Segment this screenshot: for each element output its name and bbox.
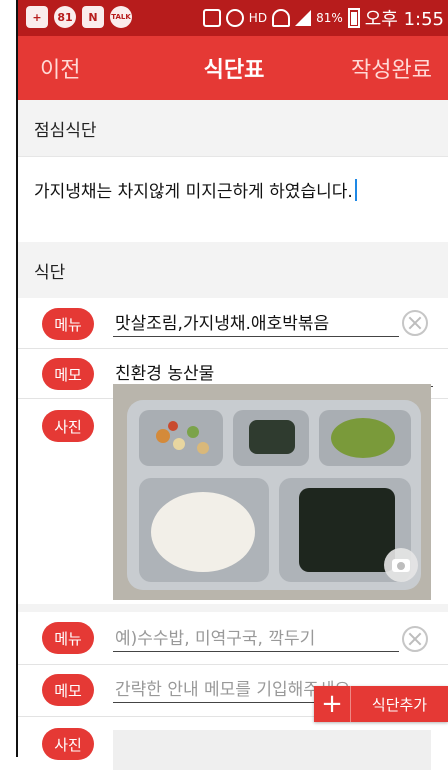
status-bar: + 81 N TALK HD 81% 오후 1:55 [18,0,448,36]
memo-badge: 메모 [42,674,94,706]
menu-input[interactable]: 맛살조림,가지냉채.애호박볶음 [113,307,399,337]
talk-icon: TALK [110,6,132,28]
hd-voice-icon: HD [248,11,268,25]
naver-icon: N [82,6,104,28]
text-caret [354,179,357,201]
menu-badge: 메뉴 [42,622,94,654]
done-button[interactable]: 작성완료 [351,52,432,84]
battery-percent: 81% [316,11,343,25]
vibrate-icon [202,9,221,27]
clock: 오후 1:55 [364,9,444,30]
notification-81-icon: 81 [54,6,76,28]
plus-icon: + [314,686,351,722]
menu-section-title: 식단 [18,242,448,298]
wifi-icon [272,9,291,27]
photo-badge: 사진 [42,410,94,442]
lunch-memo-text: 가지냉채는 차지않게 미지근하게 하였습니다. [34,182,353,202]
app-header: 이전 식단표 작성완료 [18,36,448,100]
menu-input[interactable]: 예)수수밥, 미역구국, 깍두기 [113,622,399,652]
memo-input[interactable]: 친환경 농산물 [113,357,433,387]
clear-menu-icon[interactable] [402,310,428,336]
lunch-memo-input[interactable]: 가지냉채는 차지않게 미지근하게 하였습니다. [18,156,448,237]
photo-placeholder[interactable] [113,730,431,770]
alarm-icon [225,9,244,27]
memo-badge: 메모 [42,358,94,390]
camera-icon[interactable] [384,548,418,582]
app-screen: + 81 N TALK HD 81% 오후 1:55 이전 식단표 작성완료 점… [16,0,448,770]
plus-icon: + [26,6,48,28]
clear-menu-icon[interactable] [402,626,428,652]
menu-section-label: 식단 [34,263,66,283]
lunch-section-label: 점심식단 [34,121,97,141]
signal-icon [295,10,312,26]
add-menu-button[interactable]: + 식단추가 [314,686,448,722]
add-menu-label: 식단추가 [371,695,428,714]
menu-badge: 메뉴 [42,308,94,340]
photo-badge: 사진 [42,728,94,760]
battery-icon [347,8,360,28]
lunch-section-title: 점심식단 [18,100,448,156]
